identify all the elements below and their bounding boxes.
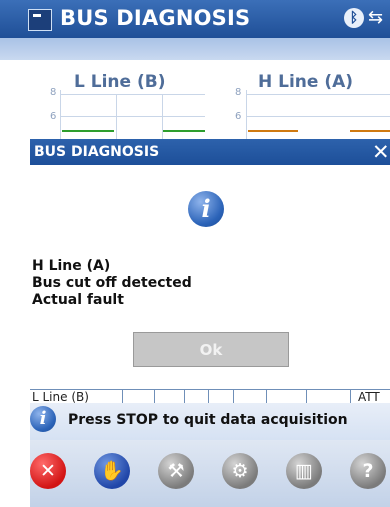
right-chart-label: H Line (A): [258, 72, 354, 92]
stop-icon: ✕: [40, 460, 56, 482]
delete-button[interactable]: ▥: [286, 453, 322, 489]
left-chart-trace: [163, 130, 205, 132]
right-chart-trace: [248, 130, 298, 132]
connection-icon: ⇆: [368, 7, 384, 28]
left-chart-trace: [62, 130, 114, 132]
status-separator: [233, 390, 234, 404]
hold-button[interactable]: ✋: [94, 453, 130, 489]
left-chart-divider: [162, 94, 163, 140]
close-icon[interactable]: ✕: [372, 140, 390, 164]
info-icon: i: [30, 406, 56, 432]
dialog-message-line: Bus cut off detected: [32, 275, 192, 291]
left-chart-tick-8: 8: [50, 87, 57, 98]
dialog-title: BUS DIAGNOSIS: [34, 144, 160, 160]
left-chart-tick-6: 6: [50, 111, 57, 122]
dialog-title-bar: BUS DIAGNOSIS ✕: [30, 139, 390, 165]
help-icon: ?: [362, 460, 374, 482]
left-chart-label: L Line (B): [74, 72, 166, 92]
left-chart-divider: [116, 94, 117, 140]
bottom-toolbar: ✕ ✋ ⚒ ⚙ ▥ ?: [30, 440, 390, 507]
right-chart-tick-6: 6: [235, 111, 242, 122]
app-icon[interactable]: [28, 9, 52, 31]
right-chart-gridline: [246, 94, 390, 95]
bus-diagnosis-dialog: BUS DIAGNOSIS ✕ i H Line (A) Bus cut off…: [30, 139, 390, 367]
help-button[interactable]: ?: [350, 453, 386, 489]
left-chart-gridline: [60, 94, 205, 95]
status-separator: [306, 390, 307, 404]
status-separator: [154, 390, 155, 404]
left-chart-gridline: [60, 116, 205, 117]
header-band: [0, 38, 390, 60]
dialog-message-line: Actual fault: [32, 292, 124, 308]
hand-icon: ✋: [100, 460, 124, 482]
info-icon: i: [188, 191, 224, 227]
title-bar: BUS DIAGNOSIS ᛒ ⇆: [0, 0, 390, 38]
signal-charts: 8 6 L Line (B) 8 6 H Line (A): [0, 60, 390, 140]
right-chart-gridline: [246, 116, 390, 117]
bluetooth-icon: ᛒ: [344, 8, 364, 28]
window-title: BUS DIAGNOSIS: [60, 6, 251, 30]
status-separator: [208, 390, 209, 404]
dialog-message-line: H Line (A): [32, 258, 111, 274]
status-separator: [350, 390, 351, 404]
ok-button[interactable]: Ok: [133, 332, 289, 367]
left-chart-axis: [60, 90, 61, 140]
status-separator: [122, 390, 123, 404]
tools-button[interactable]: ⚒: [158, 453, 194, 489]
status-separator: [266, 390, 267, 404]
right-chart-axis: [246, 90, 247, 140]
settings-icon: ⚙: [231, 460, 249, 482]
hint-bar: i Press STOP to quit data acquisition: [30, 403, 390, 440]
wrench-icon: ⚒: [167, 460, 185, 482]
status-separator: [184, 390, 185, 404]
right-chart-trace: [350, 130, 390, 132]
status-right-label: ATT: [358, 390, 380, 404]
status-left-label: L Line (B): [32, 390, 89, 404]
right-chart-tick-8: 8: [235, 87, 242, 98]
settings-button[interactable]: ⚙: [222, 453, 258, 489]
trash-icon: ▥: [295, 460, 313, 482]
hint-text: Press STOP to quit data acquisition: [68, 412, 348, 428]
stop-button[interactable]: ✕: [30, 453, 66, 489]
